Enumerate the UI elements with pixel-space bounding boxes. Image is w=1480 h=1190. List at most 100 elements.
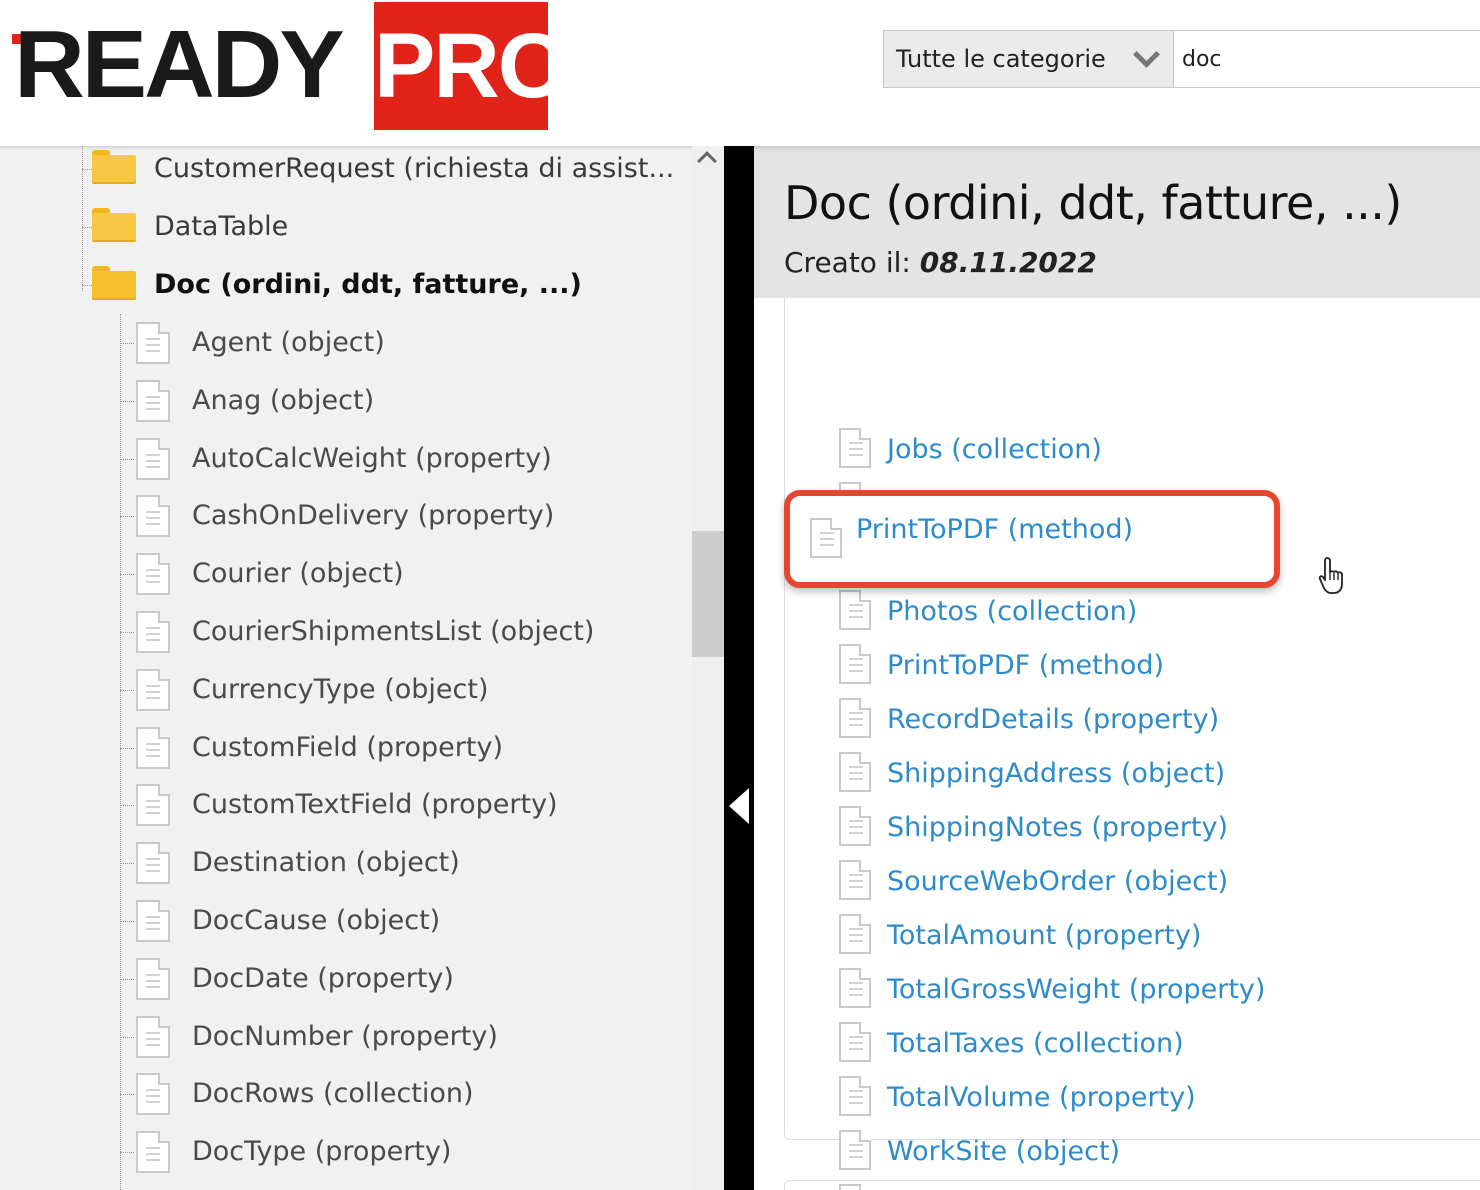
tree-scrollbar[interactable]	[692, 146, 724, 1190]
tree-item[interactable]: DocType (property)	[120, 1123, 680, 1181]
document-icon	[839, 860, 871, 900]
search-input[interactable]	[1174, 31, 1480, 87]
collapse-left-icon[interactable]	[729, 788, 749, 824]
tree-item[interactable]: AutoCalcWeight (property)	[120, 430, 680, 488]
members-list: Jobs (collection)Payment (object)Payment…	[784, 276, 1480, 1190]
tree-item[interactable]: Agent (object)	[120, 314, 680, 372]
member-link[interactable]: SourceWebOrder (object)	[887, 855, 1228, 909]
created-info: Creato il: 08.11.2022	[784, 246, 1097, 279]
member-link[interactable]: TotalAmount (property)	[887, 909, 1201, 963]
member-item-totaltaxes: TotalTaxes (collection)	[837, 1017, 1437, 1071]
member-link[interactable]: TotalTaxes (collection)	[887, 1017, 1184, 1071]
tree-connector	[120, 1036, 134, 1038]
document-icon	[839, 806, 871, 846]
member-link[interactable]: PrintToPDF (method)	[887, 639, 1164, 693]
logo-ready-text: READY	[14, 11, 345, 118]
document-icon	[136, 900, 170, 942]
document-icon	[136, 784, 170, 827]
tree-folder-datatable[interactable]: DataTable	[82, 198, 682, 256]
created-date: 08.11.2022	[919, 246, 1097, 279]
tree-folder-customerrequest[interactable]: CustomerRequest (richiesta di assist...	[82, 146, 682, 198]
tree-item-label: CourierShipmentsList (object)	[192, 616, 595, 647]
document-icon	[136, 726, 170, 769]
document-icon	[136, 322, 170, 364]
tree-item[interactable]: DocDate (property)	[120, 950, 680, 1008]
readypro-logo[interactable]: READY PRO	[8, 0, 569, 130]
tree-connector	[120, 458, 134, 460]
tree-item-label: CurrencyType (object)	[192, 673, 489, 705]
member-item-totalgrossweight: TotalGrossWeight (property)	[837, 963, 1437, 1017]
folder-open-icon	[92, 266, 136, 300]
document-icon	[810, 518, 842, 558]
tree-connector	[120, 400, 134, 402]
member-link[interactable]: ShippingAddress (object)	[887, 747, 1225, 801]
tree-item-label: Destination (object)	[192, 847, 460, 879]
document-icon	[839, 644, 871, 684]
tree-connector	[120, 1152, 134, 1154]
scrollbar-thumb[interactable]	[692, 531, 724, 657]
tree-connector	[82, 169, 92, 170]
tree-connector	[120, 1094, 134, 1096]
document-icon	[136, 842, 170, 885]
tree-item[interactable]: CourierShipmentsList (object)	[120, 603, 680, 661]
folder-icon	[92, 150, 136, 184]
tree-item[interactable]: DocNumber (property)	[120, 1008, 680, 1066]
document-icon	[839, 968, 871, 1008]
next-section-box	[784, 1180, 1480, 1190]
tree-connector	[120, 921, 134, 922]
tree-item-label: Anag (object)	[192, 384, 375, 416]
tree-item-label: Courier (object)	[192, 558, 404, 590]
member-item-jobs: Jobs (collection)	[837, 423, 1437, 477]
member-item-shippingaddress: ShippingAddress (object)	[837, 747, 1437, 801]
member-link[interactable]: Jobs (collection)	[887, 423, 1102, 477]
tree-item[interactable]: DocRows (collection)	[120, 1065, 680, 1123]
member-link[interactable]: TotalVolume (property)	[887, 1071, 1196, 1125]
tree-panel: CustomerRequest (richiesta di assist... …	[0, 146, 724, 1190]
member-link[interactable]: Photos (collection)	[887, 585, 1137, 639]
member-link[interactable]: TotalGrossWeight (property)	[887, 963, 1265, 1017]
tree-connector	[120, 978, 134, 980]
chevron-down-icon	[1131, 49, 1161, 69]
document-icon	[136, 957, 170, 1000]
member-link[interactable]: ShippingNotes (property)	[887, 801, 1228, 855]
member-item-totalamount: TotalAmount (property)	[837, 909, 1437, 963]
tree-item-label: DocType (property)	[192, 1136, 452, 1168]
document-icon	[136, 495, 170, 538]
tree-item[interactable]: Courier (object)	[120, 545, 680, 603]
tree-folder-doc[interactable]: Doc (ordini, ddt, fatture, ...)	[82, 256, 682, 314]
panel-splitter[interactable]	[724, 146, 754, 1190]
member-link[interactable]: WorkSite (object)	[887, 1125, 1120, 1179]
logo-pro-text: PRO	[374, 2, 569, 130]
member-item-totalvolume: TotalVolume (property)	[837, 1071, 1437, 1125]
member-link[interactable]: RecordDetails (property)	[887, 693, 1219, 747]
document-icon	[136, 553, 170, 596]
tree-item-label: AutoCalcWeight (property)	[192, 442, 552, 474]
member-link-printtopdf[interactable]: PrintToPDF (method)	[856, 514, 1133, 545]
tree-item[interactable]: CurrencyType (object)	[120, 661, 680, 719]
tree-item[interactable]: CashOnDelivery (property)	[120, 487, 680, 545]
document-icon	[839, 1076, 871, 1116]
document-icon	[136, 1015, 170, 1058]
tree-item-label: DocDate (property)	[192, 962, 454, 994]
tree-item[interactable]: CustomTextField (property)	[120, 776, 680, 834]
scroll-up-icon[interactable]	[697, 151, 717, 171]
folder-icon	[92, 208, 136, 242]
document-icon	[136, 611, 170, 653]
category-select[interactable]: Tutte le categorie	[884, 31, 1174, 87]
document-icon	[839, 914, 871, 954]
tree-item[interactable]: CustomField (property)	[120, 719, 680, 777]
tree-item[interactable]: DocCause (object)	[120, 892, 680, 950]
member-item-sourceweborder: SourceWebOrder (object)	[837, 855, 1437, 909]
tree-item[interactable]: Destination (object)	[120, 834, 680, 892]
document-icon	[839, 752, 871, 792]
document-icon	[136, 1131, 170, 1174]
highlight-box[interactable]: PrintToPDF (method)	[784, 490, 1280, 588]
document-icon	[136, 379, 170, 422]
tree-item[interactable]: Anag (object)	[120, 372, 680, 430]
content-panel: Jobs (collection)Payment (object)Payment…	[754, 146, 1480, 1190]
document-icon	[839, 590, 871, 630]
top-header: READY PRO Tutte le categorie	[0, 0, 1480, 146]
member-item-recorddetails: RecordDetails (property)	[837, 693, 1437, 747]
document-icon	[839, 1022, 871, 1062]
member-item-worksite: WorkSite (object)	[837, 1125, 1437, 1179]
